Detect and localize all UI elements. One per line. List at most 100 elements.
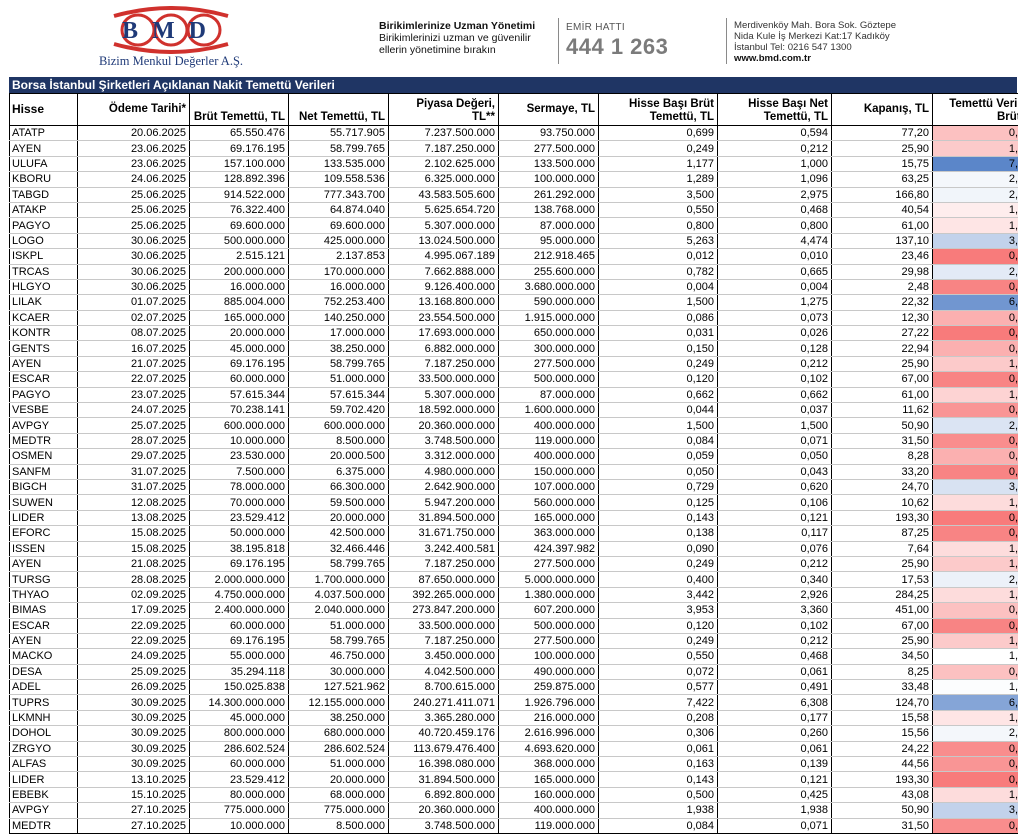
ticker-cell: ESCAR <box>10 372 78 387</box>
net-dps-cell: 0,004 <box>718 279 832 294</box>
gross-dividend-cell: 600.000.000 <box>190 418 289 433</box>
capital-cell: 1.380.000.000 <box>499 587 599 602</box>
gross-dps-cell: 0,550 <box>599 202 718 217</box>
gross-dps-cell: 0,163 <box>599 757 718 772</box>
net-dividend-cell: 38.250.000 <box>289 341 389 356</box>
capital-cell: 259.875.000 <box>499 680 599 695</box>
logo-mark-icon: BMD <box>98 6 244 54</box>
net-dps-cell: 0,102 <box>718 372 832 387</box>
payment-date-cell: 30.06.2025 <box>78 249 190 264</box>
payment-date-cell: 24.09.2025 <box>78 649 190 664</box>
gross-dps-cell: 0,138 <box>599 526 718 541</box>
tagline-title: Birikimlerinize Uzman Yönetimi <box>379 20 559 32</box>
close-price-cell: 10,62 <box>832 495 933 510</box>
table-row: BIGCH31.07.202578.000.00066.300.0002.642… <box>10 479 1018 494</box>
close-price-cell: 15,58 <box>832 710 933 725</box>
capital-cell: 4.693.620.000 <box>499 741 599 756</box>
capital-cell: 490.000.000 <box>499 664 599 679</box>
market-cap-cell: 13.168.800.000 <box>389 295 499 310</box>
ticker-cell: PAGYO <box>10 387 78 402</box>
yield-cell: 1,4% <box>933 202 1018 217</box>
gross-dividend-cell: 2.000.000.000 <box>190 572 289 587</box>
net-dps-cell: 2,975 <box>718 187 832 202</box>
ticker-cell: KBORU <box>10 172 78 187</box>
ticker-cell: MEDTR <box>10 818 78 833</box>
gross-dividend-cell: 10.000.000 <box>190 433 289 448</box>
column-header: Brüt Temettü, TL <box>190 94 289 126</box>
website-link[interactable]: www.bmd.com.tr <box>734 53 934 64</box>
gross-dividend-cell: 45.000.000 <box>190 710 289 725</box>
net-dividend-cell: 4.037.500.000 <box>289 587 389 602</box>
net-dividend-cell: 20.000.000 <box>289 510 389 525</box>
close-price-cell: 40,54 <box>832 202 933 217</box>
market-cap-cell: 4.995.067.189 <box>389 249 499 264</box>
yield-cell: 0,2% <box>933 372 1018 387</box>
table-row: KONTR08.07.202520.000.00017.000.00017.69… <box>10 326 1018 341</box>
capital-cell: 87.000.000 <box>499 387 599 402</box>
yield-cell: 1,2% <box>933 495 1018 510</box>
market-cap-cell: 23.554.500.000 <box>389 310 499 325</box>
net-dividend-cell: 20.000.500 <box>289 449 389 464</box>
market-cap-cell: 5.307.000.000 <box>389 218 499 233</box>
market-cap-cell: 6.892.800.000 <box>389 787 499 802</box>
payment-date-cell: 22.07.2025 <box>78 372 190 387</box>
table-row: THYAO02.09.20254.750.000.0004.037.500.00… <box>10 587 1018 602</box>
yield-cell: 0,2% <box>933 279 1018 294</box>
capital-cell: 119.000.000 <box>499 818 599 833</box>
payment-date-cell: 16.07.2025 <box>78 341 190 356</box>
payment-date-cell: 12.08.2025 <box>78 495 190 510</box>
market-cap-cell: 7.187.250.000 <box>389 633 499 648</box>
yield-cell: 2,6% <box>933 264 1018 279</box>
net-dividend-cell: 68.000.000 <box>289 787 389 802</box>
close-price-cell: 67,00 <box>832 618 933 633</box>
capital-cell: 165.000.000 <box>499 772 599 787</box>
table-header-row: Hisse Ödeme Tarihi* Brüt Temettü, TL Net… <box>10 94 1018 126</box>
gross-dps-cell: 0,249 <box>599 556 718 571</box>
capital-cell: 5.000.000.000 <box>499 572 599 587</box>
company-name: Bizim Menkul Değerler A.Ş. <box>86 54 256 69</box>
net-dps-cell: 0,212 <box>718 356 832 371</box>
net-dps-cell: 0,468 <box>718 202 832 217</box>
market-cap-cell: 33.500.000.000 <box>389 372 499 387</box>
table-row: AYEN21.08.202569.176.19558.799.7657.187.… <box>10 556 1018 571</box>
yield-cell: 1,2% <box>933 541 1018 556</box>
gross-dps-cell: 0,084 <box>599 433 718 448</box>
gross-dividend-cell: 200.000.000 <box>190 264 289 279</box>
column-header: Piyasa Değeri, TL** <box>389 94 499 126</box>
capital-cell: 100.000.000 <box>499 172 599 187</box>
gross-dividend-cell: 286.602.524 <box>190 741 289 756</box>
market-cap-cell: 3.312.000.000 <box>389 449 499 464</box>
payment-date-cell: 08.07.2025 <box>78 326 190 341</box>
net-dividend-cell: 6.375.000 <box>289 464 389 479</box>
close-price-cell: 34,50 <box>832 649 933 664</box>
gross-dividend-cell: 165.000.000 <box>190 310 289 325</box>
market-cap-cell: 4.042.500.000 <box>389 664 499 679</box>
ticker-cell: ADEL <box>10 680 78 695</box>
payment-date-cell: 20.06.2025 <box>78 126 190 141</box>
net-dividend-cell: 109.558.536 <box>289 172 389 187</box>
market-cap-cell: 33.500.000.000 <box>389 618 499 633</box>
market-cap-cell: 392.265.000.000 <box>389 587 499 602</box>
yield-cell: 3,8% <box>933 233 1018 248</box>
net-dividend-cell: 680.000.000 <box>289 726 389 741</box>
market-cap-cell: 7.187.250.000 <box>389 556 499 571</box>
gross-dps-cell: 3,500 <box>599 187 718 202</box>
page-header: BMD Bizim Menkul Değerler A.Ş. Birikimle… <box>0 0 1018 76</box>
table-row: LKMNH30.09.202545.000.00038.250.0003.365… <box>10 710 1018 725</box>
table-row: TABGD25.06.2025914.522.000777.343.70043.… <box>10 187 1018 202</box>
yield-cell: 0,7% <box>933 341 1018 356</box>
net-dividend-cell: 58.799.765 <box>289 141 389 156</box>
net-dps-cell: 1,000 <box>718 156 832 171</box>
hotline-label: EMİR HATTI <box>566 22 668 33</box>
gross-dps-cell: 0,249 <box>599 633 718 648</box>
market-cap-cell: 20.360.000.000 <box>389 418 499 433</box>
gross-dividend-cell: 150.025.838 <box>190 680 289 695</box>
payment-date-cell: 24.06.2025 <box>78 172 190 187</box>
hotline-number[interactable]: 444 1 263 <box>566 34 668 60</box>
capital-cell: 212.918.465 <box>499 249 599 264</box>
gross-dps-cell: 0,699 <box>599 126 718 141</box>
net-dps-cell: 1,275 <box>718 295 832 310</box>
gross-dividend-cell: 157.100.000 <box>190 156 289 171</box>
close-price-cell: 8,25 <box>832 664 933 679</box>
net-dps-cell: 0,010 <box>718 249 832 264</box>
